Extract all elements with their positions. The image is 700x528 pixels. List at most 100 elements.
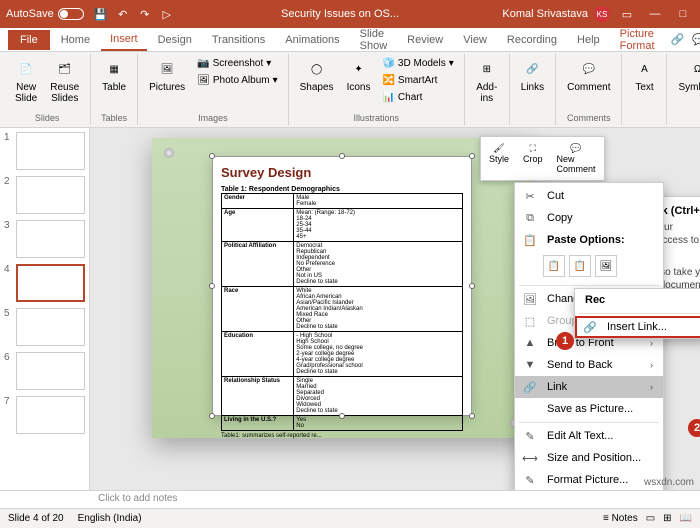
- new-comment-button[interactable]: 💬New Comment: [553, 141, 600, 176]
- thumbnail-5[interactable]: 5: [4, 308, 85, 346]
- user-avatar[interactable]: KS: [594, 6, 610, 22]
- start-from-beginning-icon[interactable]: ▷: [159, 6, 175, 22]
- menu-insert-link[interactable]: 🔗Insert Link...: [575, 316, 700, 338]
- document-title: Security Issues on OS...: [178, 8, 503, 20]
- text-button[interactable]: AText: [628, 56, 660, 95]
- shapes-button[interactable]: ◯Shapes: [295, 56, 339, 95]
- save-icon[interactable]: 💾: [93, 6, 109, 22]
- thumbnail-3[interactable]: 3: [4, 220, 85, 258]
- comment-button[interactable]: 💬Comment: [562, 56, 615, 95]
- tab-slideshow[interactable]: Slide Show: [351, 24, 397, 56]
- share-icon[interactable]: 🔗: [671, 32, 685, 48]
- table-button[interactable]: ▦Table: [97, 56, 131, 95]
- menu-copy[interactable]: ⧉Copy: [515, 207, 663, 229]
- group-slides-label: Slides: [35, 113, 60, 123]
- reuse-slides-button[interactable]: 🗂Reuse Slides: [45, 56, 84, 106]
- crop-button[interactable]: ⛶Crop: [519, 141, 547, 176]
- thumbnail-1[interactable]: 1: [4, 132, 85, 170]
- slide-title: Survey Design: [221, 165, 463, 180]
- minimize-icon[interactable]: —: [647, 6, 663, 22]
- chart-button[interactable]: 📊 Chart: [378, 90, 457, 105]
- send-back-icon: ▼: [523, 358, 537, 372]
- file-tab[interactable]: File: [8, 30, 50, 50]
- menu-link[interactable]: 🔗Link›: [515, 376, 663, 398]
- notes-toggle[interactable]: ≡ Notes: [603, 513, 638, 524]
- maximize-icon[interactable]: □: [675, 6, 691, 22]
- paste-icon: 📋: [523, 233, 537, 247]
- paste-option-3[interactable]: 🖼: [595, 255, 617, 277]
- autosave-toggle[interactable]: [58, 8, 84, 20]
- group-tables-label: Tables: [101, 113, 127, 123]
- menu-cut[interactable]: ✂Cut: [515, 185, 663, 207]
- style-button[interactable]: 🖌Style: [485, 141, 513, 176]
- thumbnail-2[interactable]: 2: [4, 176, 85, 214]
- paste-option-1[interactable]: 📋: [543, 255, 565, 277]
- icons-button[interactable]: ✦Icons: [342, 56, 376, 95]
- normal-view-icon[interactable]: ▭: [646, 513, 655, 524]
- menu-format-picture[interactable]: ✎Format Picture...: [515, 469, 663, 490]
- menu-size-position[interactable]: ⟷Size and Position...: [515, 447, 663, 469]
- links-button[interactable]: 🔗Links: [516, 56, 549, 95]
- annotation-marker-2: 2: [688, 419, 700, 437]
- menu-save-as-picture[interactable]: Save as Picture...: [515, 398, 663, 420]
- symbols-button[interactable]: ΩSymbols: [673, 56, 700, 95]
- copy-icon: ⧉: [523, 211, 537, 225]
- tab-view[interactable]: View: [454, 30, 496, 50]
- tab-animations[interactable]: Animations: [276, 30, 348, 50]
- paste-option-2[interactable]: 📋: [569, 255, 591, 277]
- autosave-label: AutoSave: [6, 8, 54, 20]
- slide-counter: Slide 4 of 20: [8, 513, 64, 524]
- tab-picture-format[interactable]: Picture Format: [611, 24, 664, 56]
- tab-transitions[interactable]: Transitions: [203, 30, 274, 50]
- menu-paste[interactable]: 📋Paste Options:: [515, 229, 663, 251]
- ribbon-options-icon[interactable]: ▭: [619, 6, 635, 22]
- group-comments-label: Comments: [567, 113, 611, 123]
- thumbnail-7[interactable]: 7: [4, 396, 85, 434]
- menu-edit-alt-text[interactable]: ✎Edit Alt Text...: [515, 425, 663, 447]
- cut-icon: ✂: [523, 189, 537, 203]
- smartart-button[interactable]: 🔀 SmartArt: [378, 73, 457, 88]
- pin-decoration: [164, 148, 174, 158]
- tab-design[interactable]: Design: [149, 30, 201, 50]
- notes-pane[interactable]: Click to add notes: [0, 490, 700, 508]
- comments-pane-icon[interactable]: 💬: [692, 32, 700, 48]
- annotation-marker-1: 1: [556, 332, 574, 350]
- group-images-label: Images: [198, 113, 228, 123]
- redo-icon[interactable]: ↷: [137, 6, 153, 22]
- recent-items-heading: Rec: [575, 289, 700, 311]
- tab-recording[interactable]: Recording: [498, 30, 566, 50]
- tab-insert[interactable]: Insert: [101, 29, 147, 51]
- thumbnail-6[interactable]: 6: [4, 352, 85, 390]
- screenshot-button[interactable]: 📷 Screenshot ▾: [193, 56, 281, 71]
- change-picture-icon: 🖼: [523, 292, 537, 306]
- tab-review[interactable]: Review: [398, 30, 452, 50]
- sorter-view-icon[interactable]: ⊞: [663, 513, 671, 524]
- group-illustrations-label: Illustrations: [353, 113, 399, 123]
- reading-view-icon[interactable]: 📖: [680, 513, 692, 524]
- thumbnail-panel[interactable]: 1 2 3 4 5 6 7: [0, 128, 90, 490]
- link-icon: 🔗: [523, 380, 537, 394]
- tab-help[interactable]: Help: [568, 30, 609, 50]
- addins-button[interactable]: ⊞Add- ins: [471, 56, 503, 106]
- table-note: Table1: summarizes self-reported re...: [221, 433, 463, 439]
- photo-album-button[interactable]: 🖼 Photo Album ▾: [193, 73, 281, 88]
- 3d-models-button[interactable]: 🧊 3D Models ▾: [378, 56, 457, 71]
- slide: Survey Design Table 1: Respondent Demogr…: [152, 138, 532, 438]
- undo-icon[interactable]: ↶: [115, 6, 131, 22]
- new-slide-button[interactable]: 📄New Slide: [10, 56, 42, 106]
- alt-text-icon: ✎: [523, 429, 537, 443]
- thumbnail-4[interactable]: 4: [4, 264, 85, 302]
- mini-toolbar: 🖌Style ⛶Crop 💬New Comment: [480, 136, 605, 181]
- size-icon: ⟷: [523, 451, 537, 465]
- demographics-table: GenderMale FemaleAgeMean: (Range: 18-72)…: [221, 193, 463, 431]
- format-icon: ✎: [523, 473, 537, 487]
- selected-picture[interactable]: Survey Design Table 1: Respondent Demogr…: [212, 156, 472, 416]
- group-icon: ⬚: [523, 314, 537, 328]
- user-name: Komal Srivastava: [502, 8, 588, 20]
- insert-link-icon: 🔗: [583, 320, 597, 334]
- tab-home[interactable]: Home: [52, 30, 99, 50]
- menu-send-back[interactable]: ▼Send to Back›: [515, 354, 663, 376]
- language-indicator[interactable]: English (India): [78, 513, 142, 524]
- pictures-button[interactable]: 🖼Pictures: [144, 56, 190, 95]
- link-submenu: Rec 🔗Insert Link...: [574, 288, 700, 339]
